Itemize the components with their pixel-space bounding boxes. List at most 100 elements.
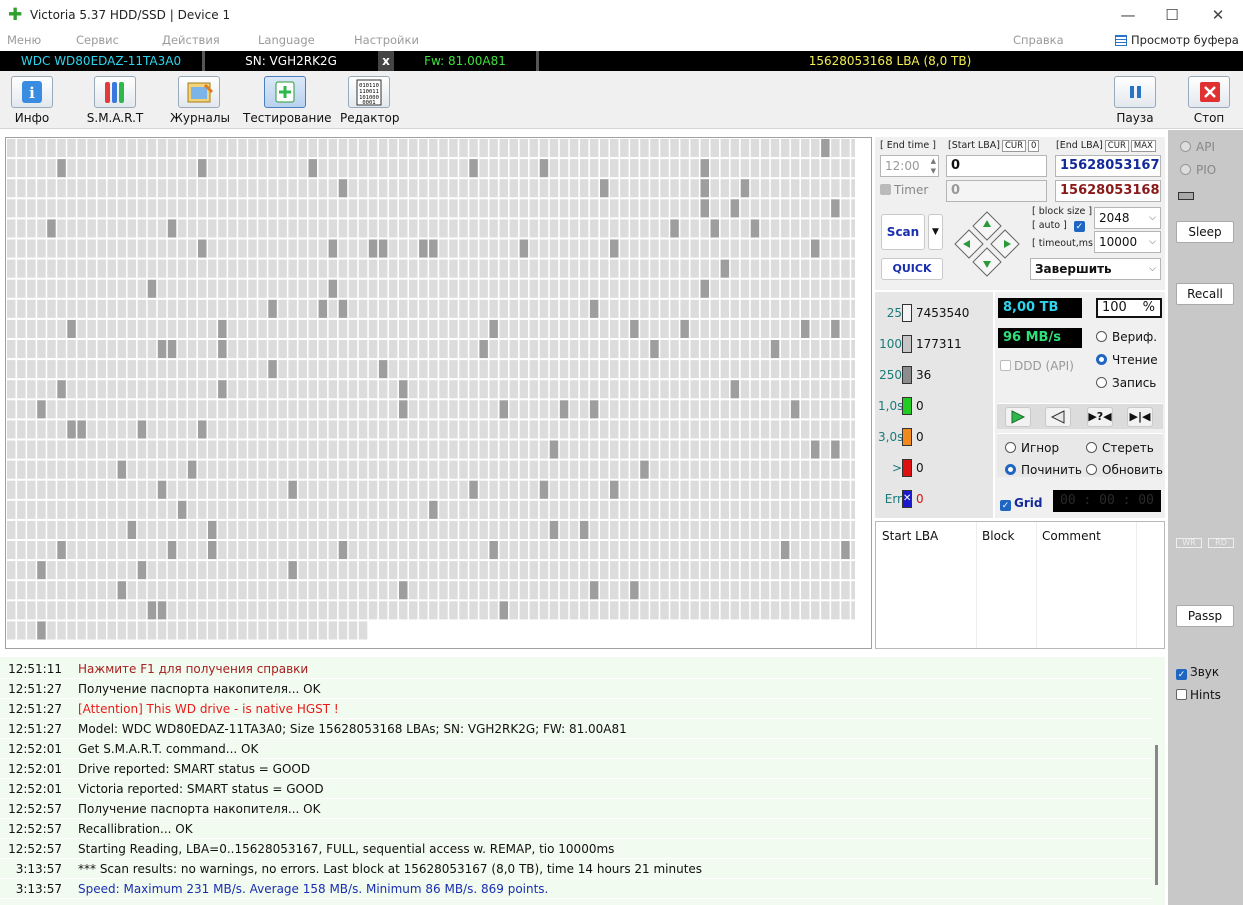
logs-button[interactable]: Журналы <box>170 76 230 125</box>
log-message: Нажмите F1 для получения справки <box>78 662 309 676</box>
close-button[interactable]: ✕ <box>1203 4 1233 26</box>
log-message: Model: WDC WD80EDAZ-11TA3A0; Size 156280… <box>78 722 627 736</box>
rewind-button[interactable] <box>1045 407 1071 427</box>
radio-refresh-label: Обновить <box>1102 463 1163 477</box>
radio-ignore[interactable]: Игнор <box>1005 441 1059 455</box>
start-cur-value[interactable]: 0 <box>1028 140 1040 152</box>
radio-repair[interactable]: Починить <box>1005 463 1082 477</box>
menu-item-help[interactable]: Справка <box>1013 33 1064 47</box>
ddd-label: DDD (API) <box>1014 359 1074 373</box>
end-max-tag[interactable]: MAX <box>1130 140 1156 152</box>
log-message: Starting Reading, LBA=0..15628053167, FU… <box>78 842 615 856</box>
percent-sign: % <box>1142 300 1155 315</box>
speed-readout: 96 MB/s <box>998 328 1082 348</box>
ddd-checkbox[interactable]: DDD (API) <box>1000 359 1074 373</box>
info-label: Инфо <box>14 111 50 125</box>
device-close-button[interactable]: x <box>378 51 394 71</box>
minimize-button[interactable]: — <box>1113 4 1143 26</box>
device-model[interactable]: WDC WD80EDAZ-11TA3A0 <box>0 51 202 71</box>
radio-ignore-label: Игнор <box>1021 441 1060 455</box>
start-lba-2-field[interactable]: 0 <box>946 180 1047 202</box>
direction-pad[interactable] <box>953 210 1021 278</box>
grid-checkbox[interactable]: ✓ Grid <box>1000 496 1042 511</box>
ddd-check-icon <box>1000 360 1011 371</box>
end-time-label: [ End time ] <box>880 140 936 151</box>
timer-check-icon <box>880 184 891 195</box>
auto-checkbox[interactable]: ✓ <box>1073 221 1085 232</box>
sleep-button[interactable]: Sleep <box>1176 221 1234 243</box>
sound-check-icon: ✓ <box>1176 669 1187 680</box>
radio-refresh[interactable]: Обновить <box>1086 463 1163 477</box>
pause-button[interactable]: Пауза <box>1112 76 1158 125</box>
svg-text:0001: 0001 <box>362 100 375 106</box>
block-counter-swatch: ✕ <box>902 490 912 508</box>
quick-button[interactable]: QUICK <box>881 258 943 280</box>
radio-erase-icon <box>1086 442 1097 453</box>
app-icon: ✚ <box>8 5 23 25</box>
radio-read[interactable]: Чтение <box>1096 353 1158 367</box>
start-cur-tag[interactable]: CUR <box>1001 140 1027 152</box>
finish-action-select[interactable]: Завершить ⌵ <box>1030 258 1161 280</box>
scan-dropdown-icon[interactable]: ▼ <box>928 214 943 250</box>
log-message: Victoria reported: SMART status = GOOD <box>78 782 324 796</box>
log-time: 3:13:57 <box>15 882 62 896</box>
column-comment[interactable]: Comment <box>1042 529 1101 543</box>
menu-item-settings[interactable]: Настройки <box>354 33 419 47</box>
info-button[interactable]: i Инфо <box>8 76 56 125</box>
recall-button[interactable]: Recall <box>1176 283 1234 305</box>
spin-arrows-icon[interactable]: ▲ ▼ <box>931 156 936 176</box>
scan-button[interactable]: Scan <box>881 214 925 250</box>
bad-block-list[interactable]: Start LBA Block Comment <box>875 521 1165 649</box>
radio-erase[interactable]: Стереть <box>1086 441 1154 455</box>
block-size-label: [ block size ] <box>1032 206 1093 217</box>
menu-item-language[interactable]: Language <box>258 33 315 47</box>
menu-item-service[interactable]: Сервис <box>76 33 119 47</box>
menu-item-menu[interactable]: Меню <box>7 33 41 47</box>
start-lba-field[interactable]: 0 <box>946 155 1047 177</box>
play-button[interactable] <box>1005 407 1031 427</box>
chevron-down-icon: ⌵ <box>1149 213 1156 223</box>
end-cur-tag[interactable]: CUR <box>1104 140 1129 152</box>
end-lba-field[interactable]: 15628053167 <box>1055 155 1161 177</box>
end-lba-label: [End LBA] CUR MAX <box>1056 140 1156 152</box>
log-row: 12:51:27 Model: WDC WD80EDAZ-11TA3A0; Siz… <box>0 719 1152 739</box>
log-row: 12:52:57 Starting Reading, LBA=0..1562805… <box>0 839 1152 859</box>
block-size-select[interactable]: 2048 ⌵ <box>1094 207 1161 229</box>
device-bar: WDC WD80EDAZ-11TA3A0 SN: VGH2RK2G x Fw: … <box>0 51 1243 71</box>
end-lba-2-field[interactable]: 15628053168 <box>1055 180 1161 202</box>
seek-button[interactable]: ▶?◀ <box>1087 407 1113 427</box>
pause-icon <box>1114 76 1156 108</box>
hints-check-icon <box>1176 689 1187 700</box>
timeout-select[interactable]: 10000 ⌵ <box>1094 231 1161 253</box>
radio-write[interactable]: Запись <box>1096 376 1156 390</box>
block-counter-value: 36 <box>916 368 932 382</box>
block-counter-label: 25 <box>886 306 902 320</box>
timeout-label: [ timeout,ms ] <box>1032 238 1100 249</box>
end-time-field[interactable]: 12:00 ▲ ▼ <box>880 155 939 177</box>
device-serial: SN: VGH2RK2G <box>245 54 337 68</box>
maximize-button[interactable]: ☐ <box>1157 4 1187 26</box>
passp-button[interactable]: Passp <box>1176 605 1234 627</box>
hints-checkbox[interactable]: Hints <box>1176 688 1221 702</box>
column-block[interactable]: Block <box>982 529 1014 543</box>
timer-checkbox[interactable]: Timer <box>880 183 928 197</box>
block-size-value: 2048 <box>1099 211 1130 225</box>
goto-end-button[interactable]: ▶|◀ <box>1127 407 1153 427</box>
radio-api[interactable]: API <box>1180 140 1215 154</box>
radio-pio[interactable]: PIO <box>1180 163 1216 177</box>
sound-checkbox[interactable]: ✓ Звук <box>1176 665 1219 680</box>
smart-button[interactable]: S.M.A.R.T <box>84 76 146 125</box>
log-time: 12:51:27 <box>8 682 62 696</box>
divider <box>976 522 977 648</box>
buffer-view-button[interactable]: Просмотр буфера <box>1115 33 1239 47</box>
log-time: 12:52:01 <box>8 742 62 756</box>
radio-verify[interactable]: Вериф. <box>1096 330 1157 344</box>
divider <box>1036 522 1037 648</box>
testing-button[interactable]: Тестирование <box>243 76 332 125</box>
stop-button[interactable]: Стоп <box>1186 76 1232 125</box>
column-start-lba[interactable]: Start LBA <box>882 529 938 543</box>
menu-item-actions[interactable]: Действия <box>162 33 220 47</box>
editor-button[interactable]: 010110 110011 101000 0001 Редактор <box>340 76 399 125</box>
log-scrollbar[interactable] <box>1155 745 1158 885</box>
grid-label: Grid <box>1014 496 1043 510</box>
